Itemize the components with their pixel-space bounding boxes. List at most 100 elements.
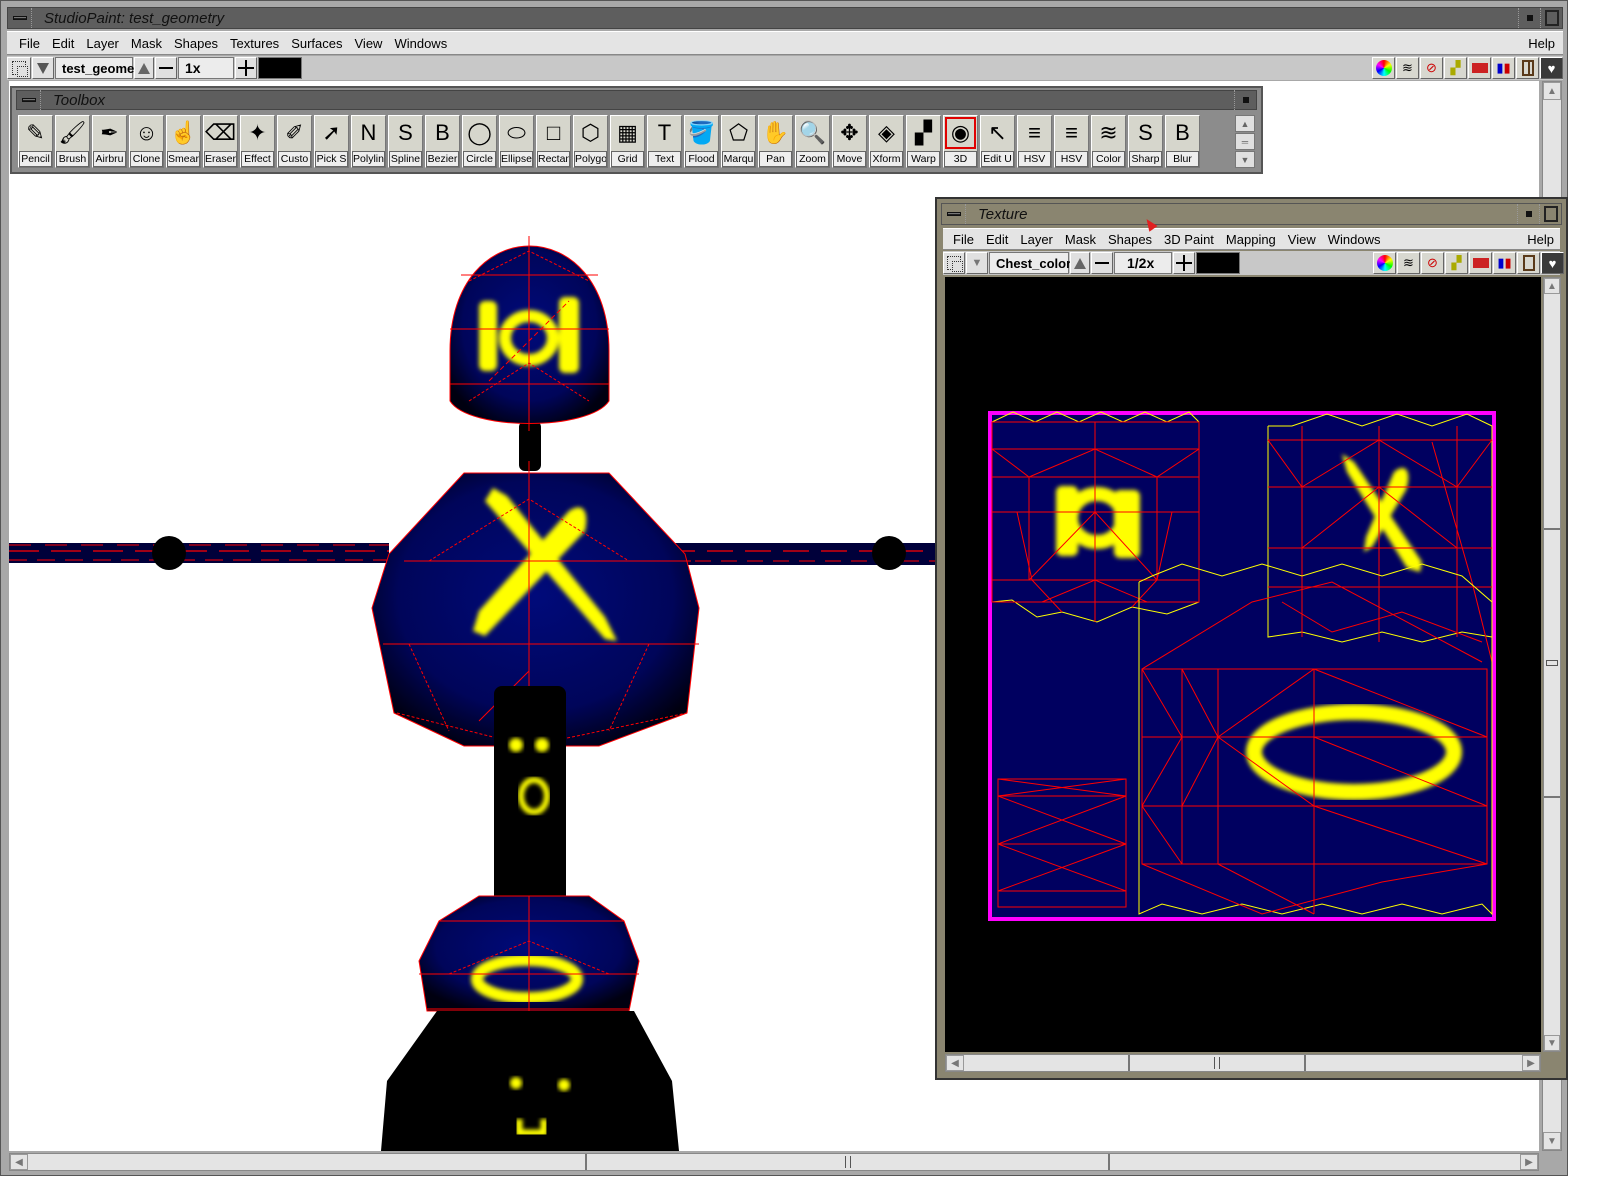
color-wheel-icon[interactable] bbox=[1373, 252, 1396, 274]
tool-spline[interactable]: S Spline bbox=[388, 115, 423, 168]
texture-menu-mask[interactable]: Mask bbox=[1059, 232, 1102, 247]
tool-brush[interactable]: 🖌 Brush bbox=[55, 115, 90, 168]
texture-maximize-button[interactable] bbox=[1539, 204, 1561, 224]
toolbox-menu-button[interactable] bbox=[17, 90, 41, 110]
texture-menu-windows[interactable]: Windows bbox=[1322, 232, 1387, 247]
toolbox-titlebar[interactable]: Toolbox bbox=[16, 90, 1257, 110]
toolbox-scroll-up[interactable]: ▲ bbox=[1235, 115, 1255, 132]
brushes-icon[interactable]: ▞ bbox=[1444, 57, 1467, 79]
zoom-out-button[interactable] bbox=[155, 57, 177, 79]
tool-hsv-2[interactable]: ≡ HSV bbox=[1054, 115, 1089, 168]
texture-selection-button[interactable] bbox=[943, 252, 965, 274]
zoom-level-field[interactable]: 1x bbox=[178, 57, 234, 79]
minimize-button[interactable] bbox=[1518, 8, 1540, 28]
tool-eraser[interactable]: ⌫ Eraser bbox=[203, 115, 238, 168]
menu-shapes[interactable]: Shapes bbox=[168, 36, 224, 51]
texture-scroll-down[interactable]: ▼ bbox=[1544, 1035, 1560, 1051]
tool-xform[interactable]: ◈ Xform bbox=[869, 115, 904, 168]
window-menu-button[interactable] bbox=[8, 8, 32, 28]
texture-menu-3d-paint[interactable]: 3D Paint bbox=[1158, 232, 1220, 247]
tool-sharp[interactable]: S Sharp bbox=[1128, 115, 1163, 168]
toolbox-scrollbar[interactable]: ▲ ═ ▼ bbox=[1235, 115, 1255, 168]
texture-zoom-out-button[interactable] bbox=[1091, 252, 1113, 274]
texture-menu-shapes[interactable]: Shapes bbox=[1102, 232, 1158, 247]
texture-up-button[interactable] bbox=[1070, 252, 1090, 274]
paint-shelf-icon[interactable]: ▮ ▮ bbox=[1493, 252, 1516, 274]
tool-bezier[interactable]: B Bezier bbox=[425, 115, 460, 168]
toolbox-scroll-down[interactable]: ▼ bbox=[1235, 151, 1255, 168]
menu-textures[interactable]: Textures bbox=[224, 36, 285, 51]
texture-name-field[interactable]: Chest_color bbox=[989, 252, 1071, 274]
maximize-button[interactable] bbox=[1540, 8, 1562, 28]
window-icon[interactable] bbox=[1517, 252, 1540, 274]
toolbox-chest-icon[interactable] bbox=[1469, 252, 1492, 274]
tool-color[interactable]: ≋ Color bbox=[1091, 115, 1126, 168]
toolbox-scroll-thumb[interactable]: ═ bbox=[1235, 133, 1255, 150]
texture-menu-layer[interactable]: Layer bbox=[1014, 232, 1059, 247]
texture-filter-button[interactable]: ▼ bbox=[966, 252, 988, 274]
texture-color-swatch[interactable] bbox=[1196, 252, 1240, 274]
tool-ellipse[interactable]: ⬭ Ellipse bbox=[499, 115, 534, 168]
scroll-left-button[interactable]: ◀ bbox=[10, 1154, 28, 1170]
tool-airbru[interactable]: ✒ Airbru bbox=[92, 115, 127, 168]
texture-menu-view[interactable]: View bbox=[1282, 232, 1322, 247]
tool-custo[interactable]: ✐ Custo bbox=[277, 115, 312, 168]
color-swatch[interactable] bbox=[258, 57, 302, 79]
image-up-button[interactable] bbox=[134, 57, 154, 79]
scroll-down-button[interactable]: ▼ bbox=[1543, 1132, 1561, 1150]
tool-circle[interactable]: ◯ Circle bbox=[462, 115, 497, 168]
texture-vertical-scrollbar[interactable]: ▲ ▼ bbox=[1543, 277, 1561, 1052]
scroll-up-button[interactable]: ▲ bbox=[1543, 82, 1561, 100]
tool-flood[interactable]: 🪣 Flood bbox=[684, 115, 719, 168]
toolbox-chest-icon[interactable] bbox=[1468, 57, 1491, 79]
paint-shelf-icon[interactable]: ▮ ▮ bbox=[1492, 57, 1515, 79]
image-name-field[interactable]: test_geome bbox=[55, 57, 134, 79]
tool-warp[interactable]: ▞ Warp bbox=[906, 115, 941, 168]
image-list-dropdown[interactable] bbox=[32, 57, 54, 79]
texture-menu-button[interactable] bbox=[942, 204, 966, 224]
tool-grid[interactable]: ▦ Grid bbox=[610, 115, 645, 168]
tool-polygo[interactable]: ⬡ Polygo bbox=[573, 115, 608, 168]
texture-canvas[interactable] bbox=[945, 277, 1541, 1052]
texture-scroll-up[interactable]: ▲ bbox=[1544, 278, 1560, 294]
texture-menu-mapping[interactable]: Mapping bbox=[1220, 232, 1282, 247]
tool-polylin[interactable]: N Polylin bbox=[351, 115, 386, 168]
texture-minimize-button[interactable] bbox=[1517, 204, 1539, 224]
tool-clone[interactable]: ☺ Clone bbox=[129, 115, 164, 168]
tool-text[interactable]: T Text bbox=[647, 115, 682, 168]
tool-blur[interactable]: B Blur bbox=[1165, 115, 1200, 168]
texture-menu-edit[interactable]: Edit bbox=[980, 232, 1014, 247]
main-horizontal-scrollbar[interactable]: ◀ ▶ bbox=[9, 1153, 1539, 1171]
zoom-in-button[interactable] bbox=[235, 57, 257, 79]
tool-pan[interactable]: ✋ Pan bbox=[758, 115, 793, 168]
brushes-icon[interactable]: ▞ bbox=[1445, 252, 1468, 274]
menu-file[interactable]: File bbox=[13, 36, 46, 51]
texture-menu-file[interactable]: File bbox=[947, 232, 980, 247]
toolbox-minimize-button[interactable] bbox=[1234, 90, 1256, 110]
texture-zoom-level-field[interactable]: 1/2x bbox=[1114, 252, 1172, 274]
menu-mask[interactable]: Mask bbox=[125, 36, 168, 51]
tool-pencil[interactable]: ✎ Pencil bbox=[18, 115, 53, 168]
tool-zoom[interactable]: 🔍 Zoom bbox=[795, 115, 830, 168]
color-wheel-icon[interactable] bbox=[1372, 57, 1395, 79]
window-icon[interactable] bbox=[1516, 57, 1539, 79]
tool-move[interactable]: ✥ Move bbox=[832, 115, 867, 168]
scroll-right-button[interactable]: ▶ bbox=[1520, 1154, 1538, 1170]
menu-help[interactable]: Help bbox=[1522, 36, 1563, 51]
tool-edit-u[interactable]: ↖ Edit U bbox=[980, 115, 1015, 168]
tool-rectan[interactable]: □ Rectan bbox=[536, 115, 571, 168]
tool-effect[interactable]: ✦ Effect bbox=[240, 115, 275, 168]
menu-view[interactable]: View bbox=[349, 36, 389, 51]
tool-3d[interactable]: ◉ 3D bbox=[943, 115, 978, 168]
layers-icon[interactable]: ≋ bbox=[1396, 57, 1419, 79]
layers-icon[interactable]: ≋ bbox=[1397, 252, 1420, 274]
heart-check-icon[interactable]: ♥ bbox=[1540, 57, 1563, 79]
selection-toggle-button[interactable] bbox=[7, 57, 31, 79]
texture-scroll-right[interactable]: ▶ bbox=[1522, 1055, 1540, 1071]
menu-edit[interactable]: Edit bbox=[46, 36, 80, 51]
tool-pick-s[interactable]: ➚ Pick S bbox=[314, 115, 349, 168]
texture-menu-help[interactable]: Help bbox=[1521, 232, 1560, 247]
tool-smear[interactable]: ☝ Smear bbox=[166, 115, 201, 168]
texture-titlebar[interactable]: Texture bbox=[941, 203, 1562, 225]
tool-hsv[interactable]: ≡ HSV bbox=[1017, 115, 1052, 168]
